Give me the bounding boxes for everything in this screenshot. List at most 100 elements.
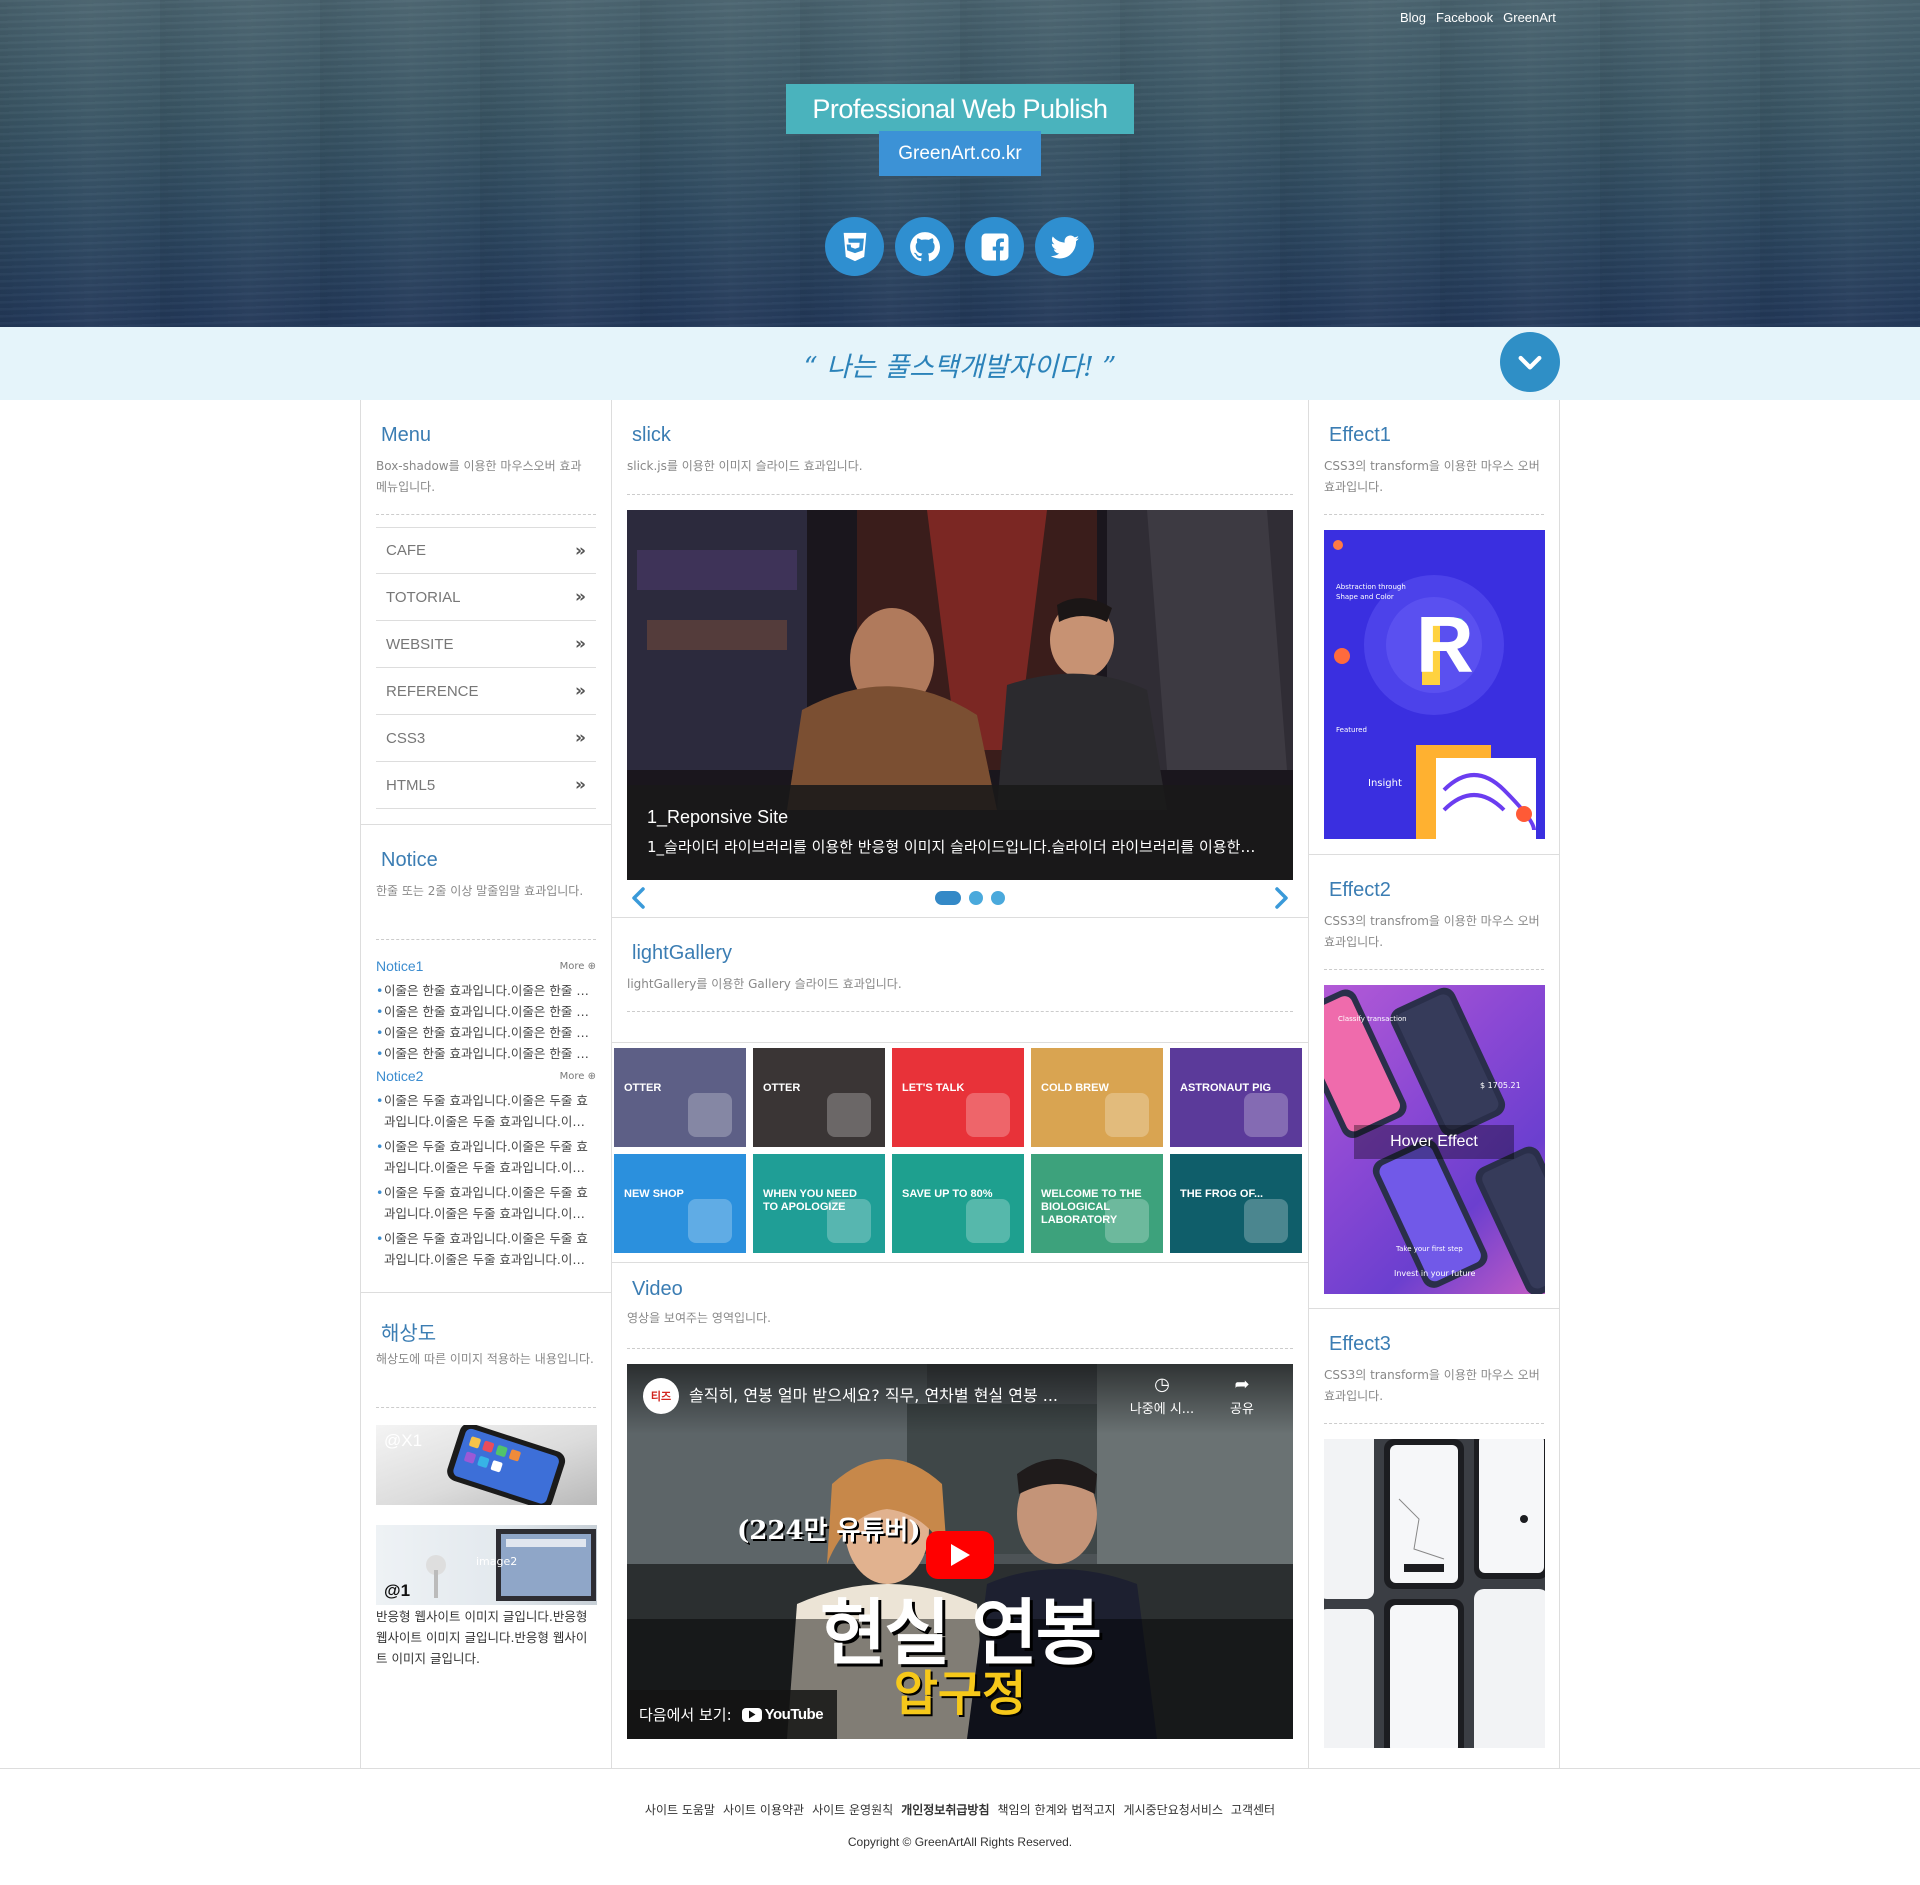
menu-item-label: CAFE xyxy=(386,542,427,559)
video-player[interactable]: 티즈 솔직히, 연봉 얼마 받으세요? 직무, 연차별 현실 연봉 ... ◷ … xyxy=(627,1364,1293,1739)
notice-section: Notice 한줄 또는 2줄 이상 말줄임말 효과입니다. Notice1 M… xyxy=(361,825,611,1293)
youtube-logo-icon: YouTube xyxy=(741,1706,824,1723)
top-link-blog[interactable]: Blog xyxy=(1400,10,1426,25)
effect3-image[interactable] xyxy=(1324,1439,1545,1748)
footer-link[interactable]: 사이트 이용약관 xyxy=(723,1803,804,1817)
top-link-facebook[interactable]: Facebook xyxy=(1436,10,1493,25)
notice2-more-link[interactable]: More ⊕ xyxy=(560,1071,596,1082)
menu-item-totorial[interactable]: TOTORIAL » xyxy=(376,574,596,621)
video-title: Video xyxy=(632,1278,683,1300)
quote-text: “ 나는 풀스택개발자이다! ” xyxy=(803,352,1117,383)
middle-column: slick slick.js를 이용한 이미지 슬라이드 효과입니다. 1_Re xyxy=(612,400,1309,1768)
html5-link[interactable] xyxy=(825,217,884,276)
gallery-thumbnail[interactable]: LET'S TALK xyxy=(892,1048,1024,1147)
effect2-image[interactable]: Classify transaction $ 1705.21 Take your… xyxy=(1324,985,1545,1294)
image-slider[interactable]: 1_Reponsive Site 1_슬라이더 라이브러리를 이용한 반응형 이… xyxy=(627,510,1293,880)
list-item[interactable]: 이줄은 한줄 효과입니다.이줄은 한줄 효과입니다. xyxy=(376,980,596,1001)
effect2-invest: Invest in your future xyxy=(1394,1269,1476,1278)
chevron-left-icon[interactable] xyxy=(629,886,647,914)
channel-avatar[interactable]: 티즈 xyxy=(643,1378,679,1414)
notice2-label: Notice2 xyxy=(376,1068,424,1084)
gallery-thumbnail[interactable]: NEW SHOP xyxy=(614,1154,746,1253)
menu-item-css3[interactable]: CSS3 » xyxy=(376,715,596,762)
menu-item-cafe[interactable]: CAFE » xyxy=(376,527,596,574)
video-overlay-small: (224만 유튜버) xyxy=(737,1516,921,1546)
effect1-image[interactable]: Abstraction through Shape and Color R Fe… xyxy=(1324,530,1545,839)
double-chevron-right-icon: » xyxy=(575,587,586,607)
slick-divider xyxy=(627,494,1293,495)
watch-on-youtube[interactable]: 다음에서 보기: YouTube xyxy=(627,1690,837,1739)
effect3-title: Effect3 xyxy=(1329,1333,1391,1355)
video-section: Video 영상을 보여주는 영역입니다. xyxy=(612,1262,1308,1362)
list-item[interactable]: 이줄은 두줄 효과입니다.이줄은 두줄 효과입니다.이줄은 두줄 효과입니다.이… xyxy=(376,1136,596,1178)
footer-link[interactable]: 책임의 한계와 법적고지 xyxy=(998,1803,1116,1817)
notice2-header: Notice2 More ⊕ xyxy=(376,1068,596,1084)
gallery-thumbnail-text: LET'S TALK xyxy=(902,1082,965,1094)
slider-dot[interactable] xyxy=(991,891,1005,905)
slick-title: slick xyxy=(632,424,671,446)
menu-item-html5[interactable]: HTML5 » xyxy=(376,762,596,809)
list-item[interactable]: 이줄은 한줄 효과입니다.이줄은 한줄 효과입니다. xyxy=(376,1022,596,1043)
top-link-greenart[interactable]: GreenArt xyxy=(1503,10,1556,25)
effect1-letter: R xyxy=(1416,600,1474,689)
effect2-step: Take your first step xyxy=(1396,1245,1463,1253)
gallery-thumbnail-text: WHEN YOU NEED TO APOLOGIZE xyxy=(763,1188,857,1213)
github-link[interactable] xyxy=(895,217,954,276)
site-subtitle[interactable]: GreenArt.co.kr xyxy=(879,131,1041,176)
play-icon xyxy=(951,1544,970,1566)
menu-divider xyxy=(376,514,596,515)
gallery-thumbnail[interactable]: OTTER xyxy=(614,1048,746,1147)
top-links: Blog Facebook GreenArt xyxy=(1400,10,1556,25)
double-chevron-right-icon: » xyxy=(575,634,586,654)
gallery-thumbnail[interactable]: THE FROG OF... xyxy=(1170,1154,1302,1253)
watch-later-button[interactable]: ◷ 나중에 시... xyxy=(1122,1376,1202,1418)
chevron-right-icon[interactable] xyxy=(1273,886,1291,914)
gallery-thumbnail[interactable]: COLD BREW xyxy=(1031,1048,1163,1147)
video-divider xyxy=(627,1348,1293,1349)
list-item[interactable]: 이줄은 두줄 효과입니다.이줄은 두줄 효과입니다.이줄은 두줄 효과입니다.이… xyxy=(376,1182,596,1224)
slider-dot[interactable] xyxy=(935,891,961,905)
effect1-divider xyxy=(1324,514,1544,515)
slider-dot[interactable] xyxy=(969,891,983,905)
footer-link[interactable]: 게시중단요청서비스 xyxy=(1124,1803,1223,1817)
gallery-thumbnail[interactable]: WHEN YOU NEED TO APOLOGIZE xyxy=(753,1154,885,1253)
list-item[interactable]: 이줄은 두줄 효과입니다.이줄은 두줄 효과입니다.이줄은 두줄 효과입니다.이… xyxy=(376,1228,596,1270)
slider-dots xyxy=(935,891,1005,905)
notice1-more-link[interactable]: More ⊕ xyxy=(560,961,596,972)
menu-item-reference[interactable]: REFERENCE » xyxy=(376,668,596,715)
footer-link[interactable]: 개인정보취급방침 xyxy=(901,1803,989,1817)
menu-item-website[interactable]: WEBSITE » xyxy=(376,621,596,668)
footer-link[interactable]: 사이트 도움말 xyxy=(645,1803,715,1817)
gallery-thumbnail-art xyxy=(966,1093,1010,1137)
list-item[interactable]: 이줄은 한줄 효과입니다.이줄은 한줄 효과입니다. xyxy=(376,1001,596,1022)
github-icon xyxy=(909,231,940,261)
right-column: Effect1 CSS3의 transform을 이용한 마우스 오버효과입니다… xyxy=(1309,400,1560,1768)
play-button[interactable] xyxy=(926,1531,994,1579)
plus-circle-icon: ⊕ xyxy=(587,1070,596,1082)
list-item[interactable]: 이줄은 두줄 효과입니다.이줄은 두줄 효과입니다.이줄은 두줄 효과입니다.이… xyxy=(376,1090,596,1132)
gallery-thumbnail[interactable]: OTTER xyxy=(753,1048,885,1147)
notice-desc: 한줄 또는 2줄 이상 말줄임말 효과입니다. xyxy=(376,884,584,898)
facebook-link[interactable] xyxy=(965,217,1024,276)
gallery-thumbnail[interactable]: WELCOME TO THE BIOLOGICAL LABORATORY xyxy=(1031,1154,1163,1253)
gallery-thumbnail[interactable]: ASTRONAUT PIG xyxy=(1170,1048,1302,1147)
video-headline[interactable]: 솔직히, 연봉 얼마 받으세요? 직무, 연차별 현실 연봉 ... xyxy=(689,1382,1109,1406)
share-button[interactable]: ➦ 공유 xyxy=(1217,1376,1267,1418)
gallery-thumbnail-text: COLD BREW xyxy=(1041,1082,1109,1094)
footer-link[interactable]: 사이트 운영원칙 xyxy=(812,1803,893,1817)
header: Blog Facebook GreenArt Professional Web … xyxy=(0,0,1920,327)
menu-desc: Box-shadow를 이용한 마우스오버 효과 메뉴입니다. xyxy=(376,459,582,494)
copyright: Copyright © GreenArtAll Rights Reserved. xyxy=(847,1835,1073,1849)
gallery-grid: OTTER OTTER LET'S TALK COLD BREW ASTRONAUT P… xyxy=(614,1048,1308,1253)
menu-item-label: TOTORIAL xyxy=(386,588,461,606)
menu-title: Menu xyxy=(381,424,432,446)
twitter-link[interactable] xyxy=(1035,217,1094,276)
list-item[interactable]: 이줄은 한줄 효과입니다.이줄은 한줄 효과입니다. xyxy=(376,1043,596,1064)
scroll-down-button[interactable] xyxy=(1500,332,1560,392)
slick-desc: slick.js를 이용한 이미지 슬라이드 효과입니다. xyxy=(627,459,863,473)
quote-bar: “ 나는 풀스택개발자이다! ” xyxy=(0,327,1920,400)
menu-item-label: HTML5 xyxy=(386,776,436,794)
gallery-thumbnail-art xyxy=(1105,1093,1149,1137)
gallery-thumbnail[interactable]: SAVE UP TO 80% xyxy=(892,1154,1024,1253)
footer-link[interactable]: 고객센터 xyxy=(1231,1803,1275,1817)
